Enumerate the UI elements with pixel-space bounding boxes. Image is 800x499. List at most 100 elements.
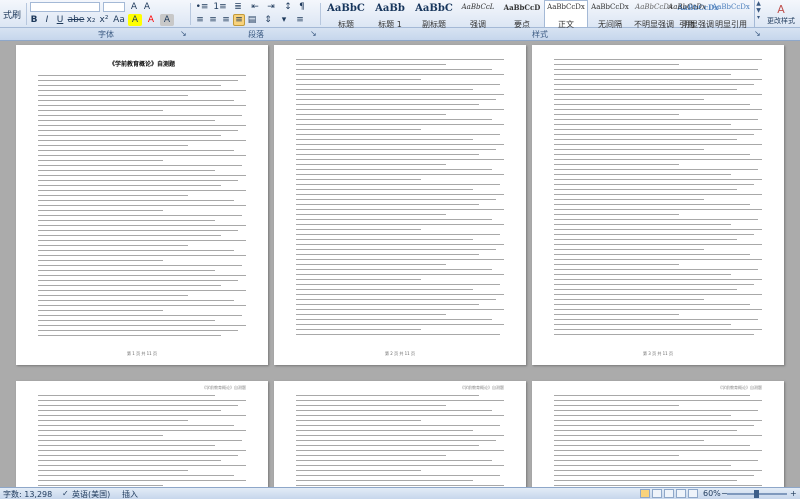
text-line [296, 284, 500, 285]
style-normal[interactable]: AaBbCcDx 正文 [544, 0, 588, 29]
text-line [296, 164, 446, 165]
text-line [296, 470, 421, 471]
char-shading-button[interactable]: A [160, 14, 174, 26]
text-line [296, 420, 421, 421]
bullets-button[interactable]: •≡ [194, 1, 210, 13]
text-line [38, 325, 246, 326]
document-page[interactable]: 《学前教育概论》自测题 [274, 381, 526, 487]
zoom-slider[interactable] [727, 490, 787, 498]
grow-font-button[interactable]: A [128, 1, 140, 13]
zoom-in-button[interactable]: + [790, 489, 797, 498]
ribbon-separator [190, 3, 191, 25]
style-quote[interactable]: AaBbCcDx 引用 [665, 0, 709, 29]
align-center-button[interactable]: ≡ [207, 14, 219, 26]
text-line [554, 104, 750, 105]
line-spacing-button[interactable]: ⇕ [262, 14, 274, 26]
style-emphasis[interactable]: AaBbCcL 强调 [456, 0, 500, 29]
text-line [38, 415, 246, 416]
change-case-button[interactable]: Aa [112, 14, 126, 26]
document-page[interactable]: 《学前教育概论》自测题 [16, 381, 268, 487]
style-no-spacing[interactable]: AaBbCcDx 无间隔 [588, 0, 632, 29]
justify-button[interactable]: ≡ [233, 14, 245, 26]
zoom-level[interactable]: 60% [703, 489, 721, 498]
document-page[interactable]: 《学前教育概论》自测题 [532, 381, 784, 487]
style-preview: AaBb [375, 3, 405, 14]
text-line [554, 209, 762, 210]
font-name-box[interactable] [30, 2, 100, 12]
style-heading-1[interactable]: AaBb 标题 1 [368, 0, 412, 29]
multilevel-list-button[interactable]: ≣ [230, 1, 246, 13]
text-line [554, 334, 754, 335]
italic-button[interactable]: I [41, 14, 53, 26]
numbering-button[interactable]: 1≡ [212, 1, 228, 13]
document-page[interactable]: 《学前教育概论》自测题 第 1 页 共 11 页 [16, 45, 268, 365]
web-layout-view-button[interactable] [664, 489, 674, 498]
text-line [38, 135, 222, 136]
document-page[interactable]: 第 3 页 共 11 页 [532, 45, 784, 365]
insert-mode-indicator[interactable]: 插入 [122, 489, 138, 499]
text-line [554, 69, 758, 70]
proofing-icon[interactable]: ✓ [62, 489, 69, 498]
subscript-button[interactable]: x₂ [85, 14, 97, 26]
zoom-slider-thumb[interactable] [754, 490, 759, 498]
font-color-button[interactable]: A [144, 14, 158, 26]
text-line [554, 319, 758, 320]
borders-button[interactable]: ≡ [294, 14, 306, 26]
text-line [554, 259, 762, 260]
text-line [296, 430, 473, 431]
change-styles-button[interactable]: A 更改样式 [763, 0, 799, 28]
change-styles-label: 更改样式 [767, 16, 795, 25]
decrease-indent-button[interactable]: ⇤ [248, 1, 262, 13]
font-size-box[interactable] [103, 2, 125, 12]
bold-button[interactable]: B [28, 14, 40, 26]
text-line [38, 140, 246, 141]
align-left-button[interactable]: ≡ [194, 14, 206, 26]
style-subtitle[interactable]: AaBbC 副标题 [412, 0, 456, 29]
full-screen-view-button[interactable] [652, 489, 662, 498]
outline-view-button[interactable] [676, 489, 686, 498]
shrink-font-button[interactable]: A [141, 1, 153, 13]
superscript-button[interactable]: x² [98, 14, 110, 26]
increase-indent-button[interactable]: ⇥ [264, 1, 278, 13]
text-line [38, 445, 215, 446]
page-text-lines [554, 59, 762, 343]
text-line [296, 485, 504, 486]
text-line [554, 244, 762, 245]
text-line [296, 79, 421, 80]
format-painter-button[interactable]: 式刷 [0, 8, 24, 21]
sort-button[interactable]: ↕ [282, 1, 294, 13]
document-workspace[interactable]: 《学前教育概论》自测题 第 1 页 共 11 页 第 2 页 共 11 页 第 … [0, 41, 800, 487]
font-dialog-launcher[interactable]: ↘ [180, 29, 187, 38]
draft-view-button[interactable] [688, 489, 698, 498]
font-group-label: 字体 [98, 30, 114, 39]
text-line [554, 184, 754, 185]
text-line [38, 235, 222, 236]
style-preview: AaBbCcDx [547, 3, 585, 11]
document-page[interactable]: 第 2 页 共 11 页 [274, 45, 526, 365]
style-gallery-scroll[interactable]: ▲ ▼ ▾ [754, 0, 762, 28]
text-line [296, 74, 504, 75]
style-strong[interactable]: AaBbCcD 要点 [500, 0, 544, 29]
underline-button[interactable]: U [54, 14, 66, 26]
highlight-button[interactable]: A [128, 14, 142, 26]
styles-dialog-launcher[interactable]: ↘ [754, 29, 761, 38]
text-line [296, 314, 446, 315]
text-line [38, 190, 246, 191]
text-line [296, 139, 473, 140]
text-line [554, 79, 762, 80]
show-marks-button[interactable]: ¶ [296, 1, 308, 13]
text-line [554, 169, 758, 170]
text-line [38, 290, 246, 291]
language-indicator[interactable]: 英语(美国) [72, 489, 110, 499]
style-intense-quote[interactable]: AaBbCcDx 明显引用 [709, 0, 753, 29]
align-right-button[interactable]: ≡ [220, 14, 232, 26]
text-line [296, 274, 504, 275]
shading-button[interactable]: ▾ [278, 14, 290, 26]
text-line [38, 270, 215, 271]
strikethrough-button[interactable]: abe [68, 14, 85, 26]
style-title[interactable]: AaBbC 标题 [324, 0, 368, 29]
paragraph-dialog-launcher[interactable]: ↘ [310, 29, 317, 38]
print-layout-view-button[interactable] [640, 489, 650, 498]
distribute-button[interactable]: ▤ [246, 14, 258, 26]
word-count[interactable]: 字数: 13,298 [3, 489, 52, 499]
